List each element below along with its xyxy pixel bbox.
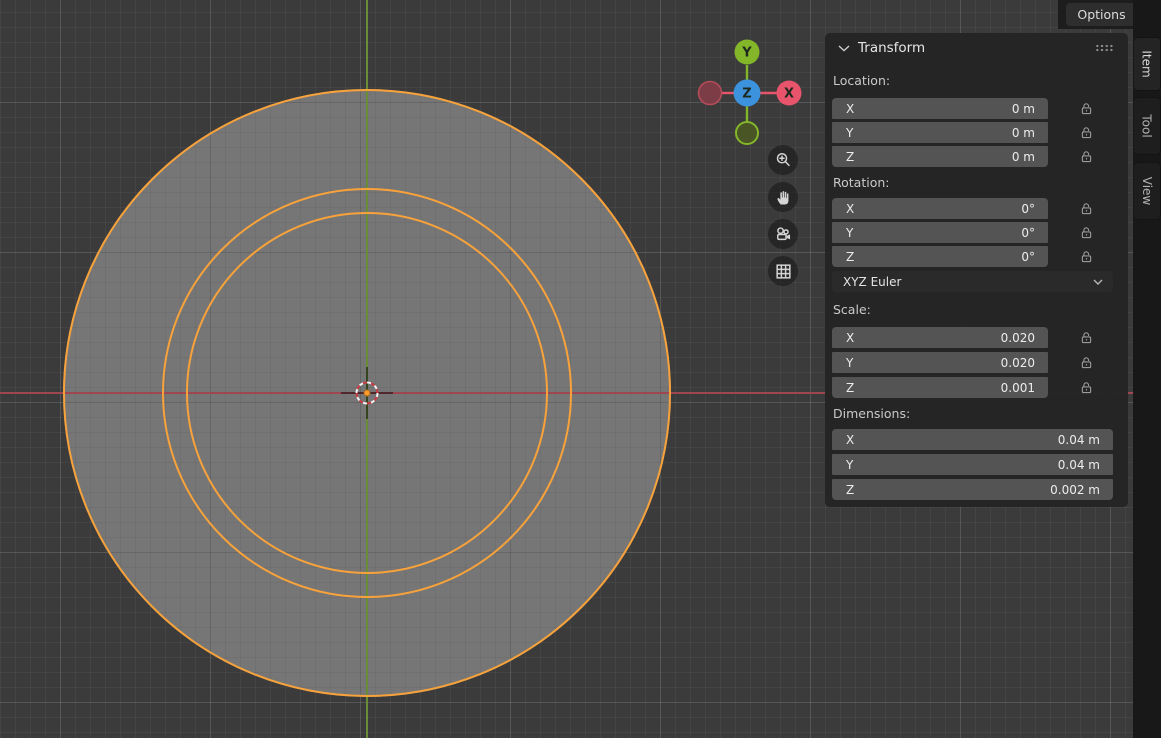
tab-view-label: View — [1140, 177, 1154, 205]
axis-label: X — [846, 331, 854, 345]
rotation-z-value: 0° — [1021, 250, 1035, 264]
transform-panel-header[interactable]: Transform — [832, 33, 1128, 63]
navigation-gizmo[interactable]: Y X Z — [692, 37, 804, 149]
rotation-mode-value: XYZ Euler — [843, 275, 901, 289]
viewport-tools — [768, 145, 798, 293]
gizmo-z-label: Z — [742, 87, 751, 102]
transform-panel: Transform Location: X 0 m Y 0 m Z 0 m — [825, 33, 1128, 507]
options-label: Options — [1077, 7, 1125, 22]
scale-x-field[interactable]: X 0.020 — [832, 327, 1048, 348]
rotation-label: Rotation: — [833, 175, 1128, 191]
location-y-field[interactable]: Y 0 m — [832, 122, 1048, 143]
object-origin-dot — [364, 390, 370, 396]
unlock-icon[interactable] — [1079, 249, 1094, 264]
sidebar-tab-item[interactable]: Item — [1134, 37, 1161, 91]
unlock-icon[interactable] — [1079, 380, 1094, 395]
dimensions-x-value: 0.04 m — [1058, 433, 1100, 447]
dimensions-y-value: 0.04 m — [1058, 458, 1100, 472]
blender-3d-viewport: Y X Z — [0, 0, 1161, 738]
scale-z-field[interactable]: Z 0.001 — [832, 377, 1048, 398]
scale-z-value: 0.001 — [1001, 381, 1035, 395]
pan-hand-icon — [774, 188, 793, 207]
axis-label: X — [846, 202, 854, 216]
grid-ortho-icon — [774, 262, 793, 281]
zoom-button[interactable] — [768, 145, 798, 175]
tab-item-label: Item — [1140, 50, 1154, 77]
rotation-z-field[interactable]: Z 0° — [832, 246, 1048, 267]
axis-label: Y — [846, 356, 853, 370]
sidebar-tab-view[interactable]: View — [1134, 162, 1161, 220]
rotation-x-value: 0° — [1021, 202, 1035, 216]
location-x-field[interactable]: X 0 m — [832, 98, 1048, 119]
location-label: Location: — [833, 73, 1128, 89]
unlock-icon[interactable] — [1079, 101, 1094, 116]
collapse-chevron-icon — [838, 45, 850, 52]
gizmo-minus-x-ball[interactable] — [699, 82, 722, 105]
gizmo-minus-y-ball[interactable] — [736, 122, 758, 144]
camera-view-button[interactable] — [768, 219, 798, 249]
dimensions-z-field[interactable]: Z 0.002 m — [832, 479, 1113, 500]
unlock-icon[interactable] — [1079, 201, 1094, 216]
panel-grip-icon[interactable] — [1095, 44, 1114, 52]
dimensions-x-field[interactable]: X 0.04 m — [832, 429, 1113, 450]
tab-tool-label: Tool — [1140, 114, 1154, 137]
scale-y-value: 0.020 — [1001, 356, 1035, 370]
camera-view-icon — [774, 225, 793, 244]
rotation-x-field[interactable]: X 0° — [832, 198, 1048, 219]
location-z-value: 0 m — [1012, 150, 1035, 164]
location-y-value: 0 m — [1012, 126, 1035, 140]
unlock-icon[interactable] — [1079, 225, 1094, 240]
unlock-icon[interactable] — [1079, 125, 1094, 140]
axis-label: X — [846, 433, 854, 447]
dimensions-label: Dimensions: — [833, 406, 1128, 422]
panel-title: Transform — [858, 40, 925, 56]
axis-label: Z — [846, 381, 854, 395]
3d-cursor — [339, 365, 395, 421]
axis-label: Y — [846, 126, 853, 140]
axis-label: Z — [846, 250, 854, 264]
sidebar-tab-tool[interactable]: Tool — [1134, 97, 1161, 155]
dimensions-z-value: 0.002 m — [1050, 483, 1100, 497]
chevron-down-icon — [1093, 279, 1103, 285]
pan-button[interactable] — [768, 182, 798, 212]
axis-label: Y — [846, 226, 853, 240]
location-x-value: 0 m — [1012, 102, 1035, 116]
rotation-mode-dropdown[interactable]: XYZ Euler — [832, 271, 1113, 292]
rotation-y-value: 0° — [1021, 226, 1035, 240]
axis-label: Z — [846, 150, 854, 164]
axis-label: Y — [846, 458, 853, 472]
location-z-field[interactable]: Z 0 m — [832, 146, 1048, 167]
unlock-icon[interactable] — [1079, 149, 1094, 164]
scale-x-value: 0.020 — [1001, 331, 1035, 345]
rotation-y-field[interactable]: Y 0° — [832, 222, 1048, 243]
axis-label: Z — [846, 483, 854, 497]
dimensions-y-field[interactable]: Y 0.04 m — [832, 454, 1113, 475]
zoom-icon — [774, 151, 793, 170]
unlock-icon[interactable] — [1079, 330, 1094, 345]
scale-y-field[interactable]: Y 0.020 — [832, 352, 1048, 373]
unlock-icon[interactable] — [1079, 355, 1094, 370]
gizmo-y-label: Y — [741, 46, 752, 61]
scale-label: Scale: — [833, 302, 1128, 318]
axis-label: X — [846, 102, 854, 116]
toggle-ortho-button[interactable] — [768, 256, 798, 286]
gizmo-x-label: X — [784, 87, 794, 102]
